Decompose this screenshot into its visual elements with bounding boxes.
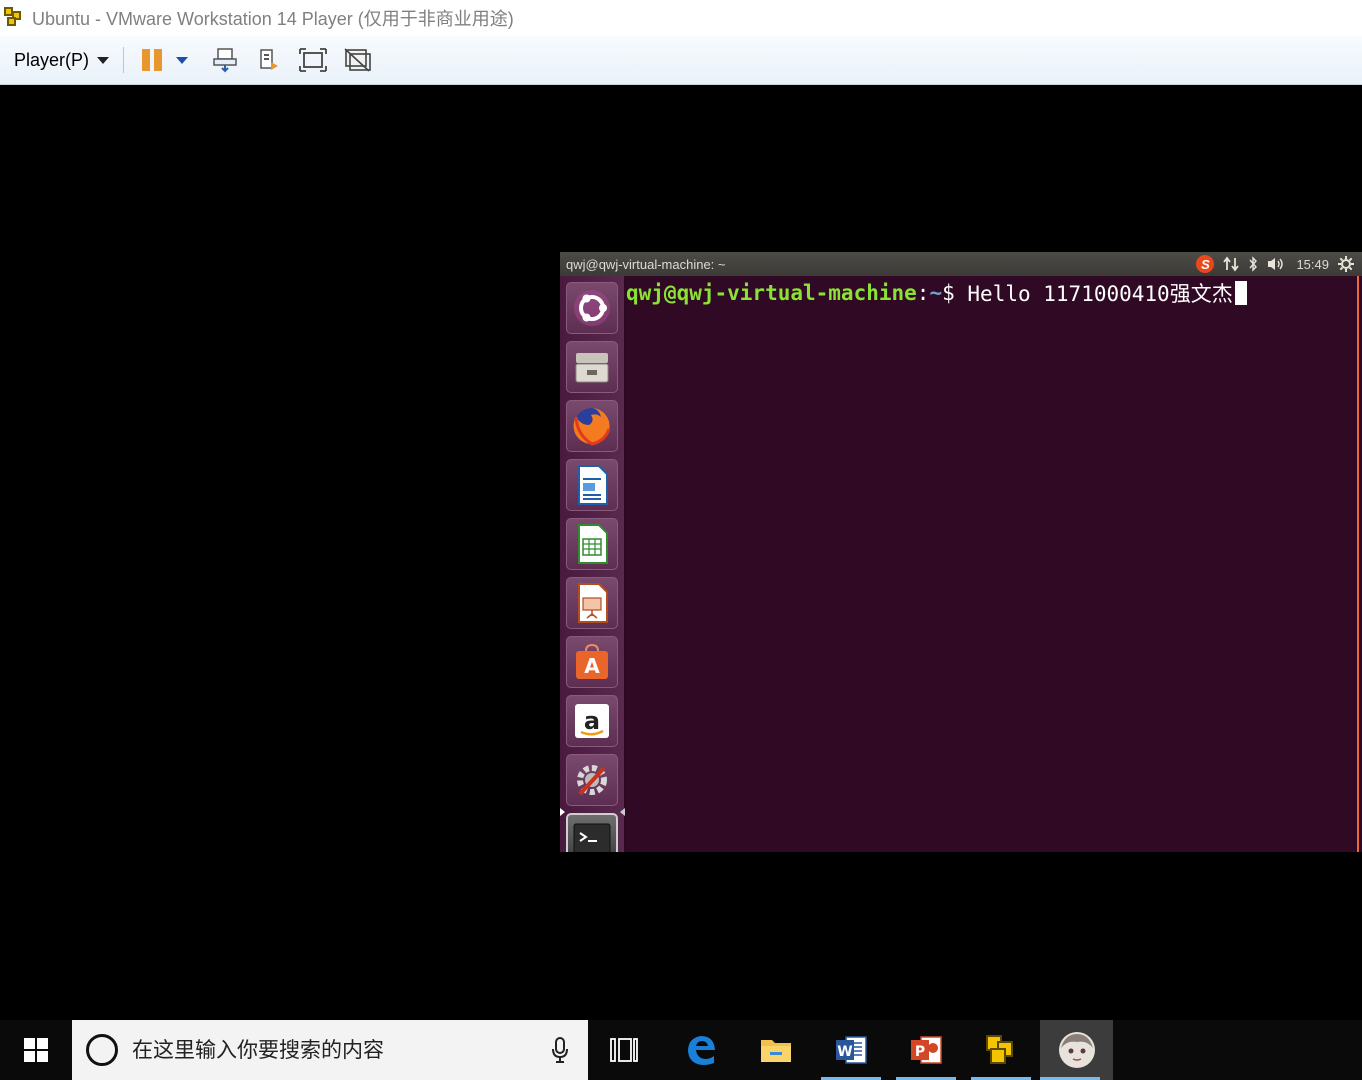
bluetooth-icon[interactable] (1248, 255, 1258, 273)
edge-icon (688, 1036, 715, 1065)
terminal-command-text: Hello 1171000410强文杰 (967, 282, 1233, 306)
launcher-item-software[interactable]: A (566, 636, 618, 688)
taskbar-powerpoint[interactable]: P (896, 1020, 956, 1080)
gear-icon[interactable] (1338, 255, 1354, 273)
pause-icon-bar (154, 49, 163, 71)
windows-logo-icon (24, 1038, 48, 1062)
launcher-item-amazon[interactable]: a (566, 695, 618, 747)
player-menu-button[interactable]: Player(P) (14, 49, 110, 71)
taskbar-word[interactable]: W (821, 1020, 881, 1080)
player-menu-label: Player(P) (14, 49, 90, 70)
clock[interactable]: 15:49 (1296, 257, 1329, 272)
window-title-bar: Ubuntu - VMware Workstation 14 Player (仅… (0, 0, 1362, 36)
word-icon: W (836, 1036, 867, 1064)
terminal-prompt-line: qwj@qwj-virtual-machine: ~ $ Hello 1171000… (626, 278, 1247, 308)
launcher-item-files[interactable] (566, 341, 618, 393)
chevron-down-icon (97, 56, 110, 64)
task-view-button[interactable] (594, 1020, 654, 1080)
terminal-window[interactable]: qwj@qwj-virtual-machine: ~ $ Hello 1171000… (626, 276, 1362, 852)
vmware-logo-icon (4, 7, 26, 29)
terminal-icon (573, 823, 611, 852)
removable-devices-icon (260, 49, 279, 70)
volume-icon[interactable] (1267, 255, 1287, 273)
cortana-icon[interactable] (86, 1034, 118, 1066)
software-center-icon: A (576, 643, 608, 679)
launcher-item-dash[interactable] (566, 282, 618, 334)
launcher-item-writer[interactable] (566, 459, 618, 511)
vmware-toolbar: Player(P) (0, 36, 1362, 85)
svg-text:P: P (915, 1044, 925, 1060)
powerpoint-icon: P (911, 1036, 942, 1064)
pause-button[interactable] (142, 49, 163, 71)
launcher-item-calc[interactable] (566, 518, 618, 570)
full-screen-button[interactable] (298, 45, 328, 75)
launcher-item-firefox[interactable] (566, 400, 618, 452)
system-tray: S 15:49 (1196, 255, 1362, 273)
prompt-user-host: qwj@qwj-virtual-machine (626, 281, 917, 305)
terminal-cursor (1234, 281, 1247, 305)
svg-text:W: W (837, 1044, 852, 1060)
amazon-icon: a (575, 704, 609, 738)
svg-text:A: A (584, 654, 600, 678)
svg-text:a: a (584, 707, 600, 735)
launcher-item-impress[interactable] (566, 577, 618, 629)
send-ctrl-alt-del-icon (213, 48, 237, 73)
launcher-focus-indicator (620, 808, 625, 816)
unity-mode-icon (344, 48, 371, 72)
launcher-running-indicator (560, 808, 565, 816)
taskbar-file-explorer[interactable] (746, 1020, 806, 1080)
ubuntu-launcher: A a (560, 276, 625, 852)
toolbar-divider (123, 47, 125, 73)
writer-icon (578, 465, 608, 505)
power-options-dropdown[interactable] (176, 56, 189, 64)
vm-guest-screen[interactable]: qwj@qwj-virtual-machine: ~ S 15:49 A a q… (560, 252, 1362, 852)
vmware-icon (986, 1035, 1013, 1064)
taskbar-avatar-app[interactable] (1040, 1020, 1113, 1080)
ubuntu-top-panel: qwj@qwj-virtual-machine: ~ S 15:49 (560, 252, 1362, 276)
sogou-input-icon[interactable]: S (1196, 255, 1215, 273)
send-ctrl-alt-del-button[interactable] (210, 45, 240, 75)
window-title: Ubuntu - VMware Workstation 14 Player (仅… (32, 9, 514, 29)
system-settings-icon (577, 765, 607, 796)
firefox-icon (573, 408, 611, 446)
search-input[interactable] (132, 1030, 540, 1070)
taskbar-edge[interactable] (671, 1020, 731, 1080)
launcher-item-terminal[interactable] (566, 813, 618, 852)
ubuntu-dash-icon (574, 290, 610, 326)
impress-icon (578, 583, 608, 623)
prompt-symbol: $ (942, 281, 968, 305)
windows-taskbar: W P (0, 1020, 1362, 1080)
taskbar-vmware[interactable] (971, 1020, 1031, 1080)
window-edge-highlight (1357, 276, 1359, 852)
network-icon[interactable] (1223, 255, 1240, 273)
unity-mode-button[interactable] (342, 45, 372, 75)
calc-icon (578, 524, 608, 564)
terminal-window-title: qwj@qwj-virtual-machine: ~ (566, 256, 726, 272)
files-icon (575, 353, 609, 383)
prompt-path: ~ (929, 281, 943, 305)
prompt-colon: : (916, 281, 930, 305)
avatar-app-icon (1058, 1032, 1095, 1068)
taskbar-search-box[interactable] (72, 1020, 588, 1080)
microphone-icon[interactable] (540, 1037, 580, 1063)
start-button[interactable] (0, 1020, 72, 1080)
pause-icon (142, 49, 151, 71)
launcher-item-settings[interactable] (566, 754, 618, 806)
full-screen-icon (299, 48, 327, 72)
removable-devices-button[interactable] (254, 45, 284, 75)
task-view-icon (610, 1038, 638, 1062)
file-explorer-icon (761, 1040, 791, 1062)
